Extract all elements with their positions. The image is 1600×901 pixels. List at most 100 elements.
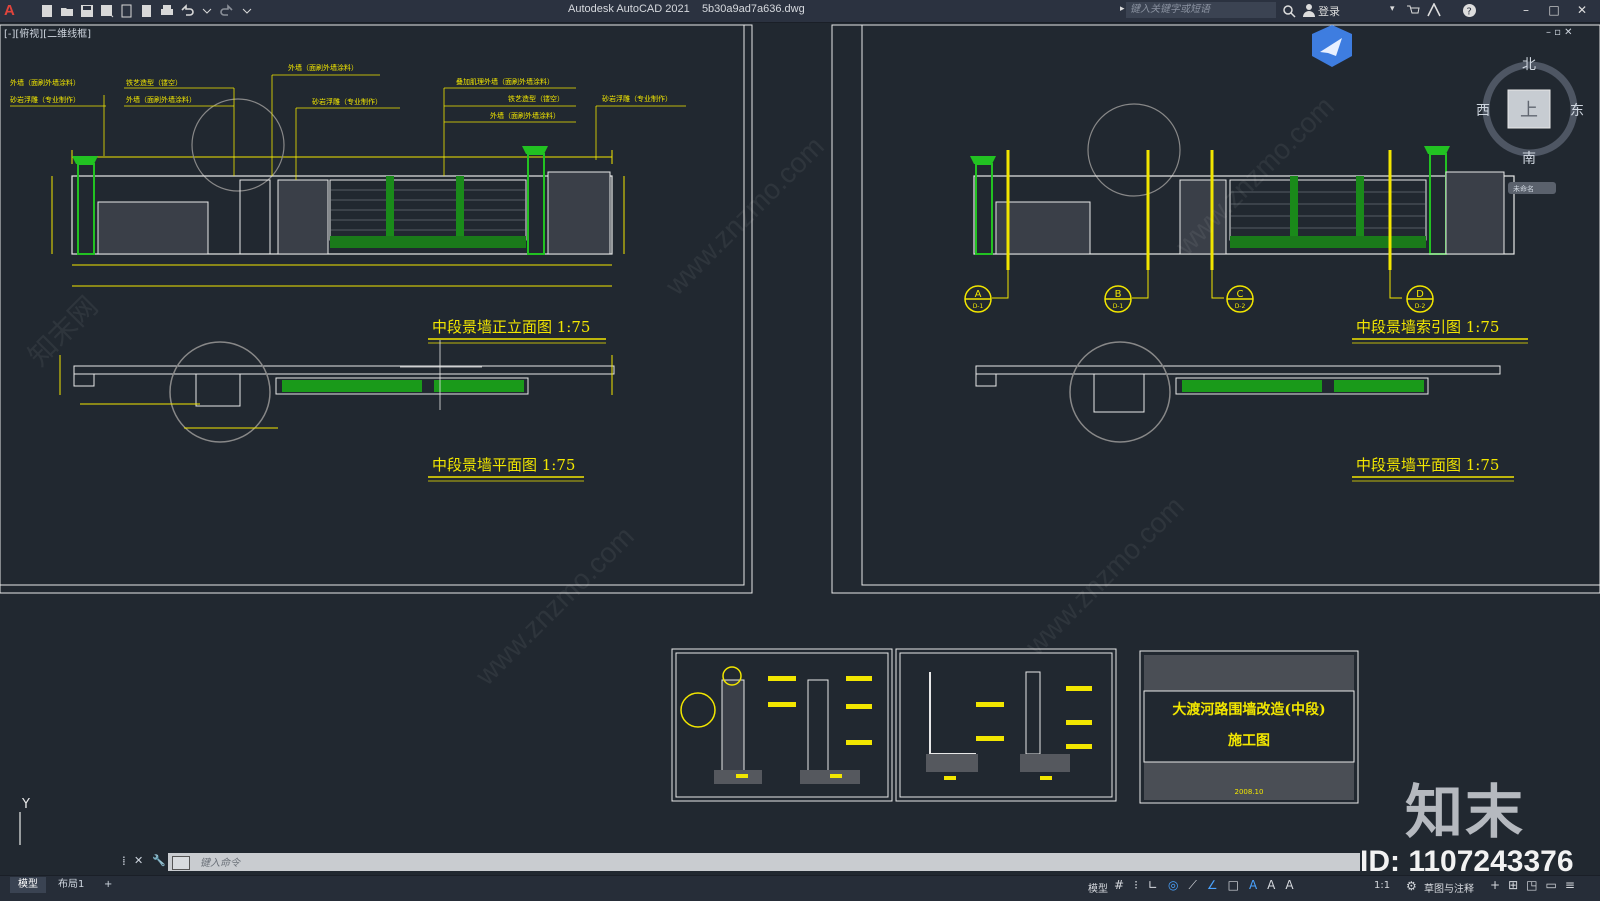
compass-east[interactable]: 东 bbox=[1570, 100, 1584, 120]
ortho-icon[interactable]: ∟ bbox=[1148, 878, 1158, 893]
user-icon[interactable] bbox=[1302, 3, 1316, 17]
right-plan-drawing bbox=[975, 341, 1501, 443]
callout-label: 铁艺造型（镂空） bbox=[508, 94, 564, 103]
auto-scale-icon[interactable]: A bbox=[1267, 878, 1275, 893]
annotation-scale-icon[interactable]: A bbox=[1285, 878, 1293, 893]
units-icon[interactable]: ⊞ bbox=[1508, 878, 1518, 892]
cover-subtitle: 施工图 bbox=[1228, 732, 1270, 749]
left-elevation-title: 中段景墙正立面图 1:75 bbox=[432, 318, 590, 336]
compass-south[interactable]: 南 bbox=[1522, 148, 1536, 168]
annotation-visibility-icon[interactable]: A bbox=[1249, 878, 1257, 893]
watermark-brand: 知末 bbox=[1405, 778, 1526, 846]
expand-search-icon[interactable]: ▸ bbox=[1120, 4, 1125, 14]
cover-sheet: 大渡河路围墙改造(中段) 施工图 2008.10 bbox=[1139, 650, 1359, 804]
compass-west[interactable]: 西 bbox=[1476, 100, 1490, 120]
workspace-switch[interactable]: 草图与注释 bbox=[1424, 880, 1474, 895]
status-right-icons: + ⊞ ◳ ▭ ≡ bbox=[1490, 878, 1575, 892]
add-layout-button[interactable]: + bbox=[96, 877, 120, 893]
marker-sheet: D-1 bbox=[973, 303, 984, 310]
left-elevation-drawing: 外墙（面刷外墙涂料） 铁艺造型（镂空） 砂岩浮雕（专业制作） 外墙（面刷外墙涂料… bbox=[10, 63, 686, 287]
callout-label: 砂岩浮雕（专业制作） bbox=[312, 97, 382, 106]
ucs-y-label: Y bbox=[21, 797, 30, 812]
marker-letter: A bbox=[975, 289, 982, 300]
callout-label: 外墙（面刷外墙涂料） bbox=[126, 95, 196, 104]
compass-north[interactable]: 北 bbox=[1522, 54, 1536, 74]
login-button[interactable]: 登录 bbox=[1318, 3, 1340, 19]
chevron-down-icon[interactable] bbox=[200, 4, 214, 18]
customize-toolbar-icon[interactable] bbox=[240, 4, 254, 18]
gear-icon[interactable]: ⚙ bbox=[1406, 879, 1417, 893]
menu-icon[interactable]: ≡ bbox=[1565, 878, 1575, 892]
watermark-id: ID: 1107243376 bbox=[1360, 845, 1574, 878]
autodesk-a360-icon[interactable] bbox=[1426, 3, 1442, 17]
wcs-menu: 未命名 bbox=[1513, 184, 1534, 193]
callout-label: 外墙（面刷外墙涂料） bbox=[490, 111, 560, 120]
svg-text:?: ? bbox=[1467, 7, 1472, 18]
status-bar bbox=[0, 875, 1600, 901]
clean-screen-icon[interactable]: ▭ bbox=[1545, 878, 1556, 892]
selection-cycling-icon[interactable]: □ bbox=[1228, 878, 1239, 893]
plot-preview-icon[interactable] bbox=[140, 4, 154, 18]
right-index-title: 中段景墙索引图 1:75 bbox=[1356, 318, 1499, 336]
drawing-canvas[interactable]: 外墙（面刷外墙涂料） 铁艺造型（镂空） 砂岩浮雕（专业制作） 外墙（面刷外墙涂料… bbox=[0, 23, 1600, 845]
left-sheet-border bbox=[0, 24, 753, 594]
status-toggles: # ⁝ ∟ ◎ ⟋ ∠ □ A A A bbox=[1114, 878, 1294, 893]
autocad-logo-icon[interactable]: A bbox=[4, 2, 15, 19]
right-plan-title: 中段景墙平面图 1:75 bbox=[1356, 456, 1499, 474]
callout-label: 铁艺造型（镂空） bbox=[126, 78, 182, 87]
undo-icon[interactable] bbox=[180, 4, 194, 18]
callout-label: 外墙（面刷外墙涂料） bbox=[10, 78, 80, 87]
marker-sheet: D-2 bbox=[1235, 303, 1246, 310]
marker-sheet: D-1 bbox=[1113, 303, 1124, 310]
grid-icon[interactable]: # bbox=[1114, 878, 1124, 893]
publish-icon[interactable] bbox=[120, 4, 134, 18]
command-history-icon[interactable] bbox=[172, 856, 190, 870]
title-bar: A Autodesk AutoCAD 2021 5b30a9ad7a636.dw… bbox=[0, 0, 1600, 23]
marker-letter: C bbox=[1237, 289, 1244, 300]
navigation-bird-icon bbox=[1312, 25, 1352, 67]
left-plan-title: 中段景墙平面图 1:75 bbox=[432, 456, 575, 474]
callout-label: 外墙（面刷外墙涂料） bbox=[288, 63, 358, 72]
print-icon[interactable] bbox=[160, 4, 174, 18]
redo-icon[interactable] bbox=[220, 4, 234, 18]
minimize-button[interactable]: – bbox=[1516, 2, 1536, 18]
command-input[interactable]: 键入命令 bbox=[200, 854, 240, 869]
left-plan-drawing bbox=[59, 340, 615, 443]
cover-date: 2008.10 bbox=[1235, 788, 1264, 796]
detail-sheet-1 bbox=[671, 648, 893, 802]
viewcube-face: 上 bbox=[1520, 100, 1538, 121]
new-file-icon[interactable] bbox=[40, 4, 54, 18]
login-dropdown-icon[interactable]: ▾ bbox=[1390, 4, 1395, 14]
marker-letter: B bbox=[1115, 289, 1122, 300]
command-customize-icon[interactable]: 🔧 bbox=[152, 854, 166, 867]
maximize-button[interactable]: □ bbox=[1544, 2, 1564, 18]
annotation-scale[interactable]: 1:1 bbox=[1374, 880, 1390, 891]
save-icon[interactable] bbox=[80, 4, 94, 18]
isolate-objects-icon[interactable]: ◳ bbox=[1526, 878, 1537, 892]
close-button[interactable]: ✕ bbox=[1572, 2, 1592, 18]
plus-icon[interactable]: + bbox=[1490, 878, 1500, 892]
callout-label: 砂岩浮雕（专业制作） bbox=[10, 95, 80, 104]
polar-icon[interactable]: ◎ bbox=[1168, 878, 1178, 893]
callout-label: 叠加肌理外墙（面刷外墙涂料） bbox=[456, 77, 554, 86]
command-grip-icon[interactable]: ⁞ bbox=[122, 854, 126, 868]
open-file-icon[interactable] bbox=[60, 4, 74, 18]
osnap-icon[interactable]: ∠ bbox=[1207, 878, 1218, 893]
cover-title: 大渡河路围墙改造(中段) bbox=[1172, 701, 1325, 718]
command-close-icon[interactable]: ✕ bbox=[134, 854, 143, 867]
window-title: Autodesk AutoCAD 2021 5b30a9ad7a636.dwg bbox=[568, 3, 805, 15]
save-as-icon[interactable] bbox=[100, 4, 114, 18]
snap-icon[interactable]: ⁝ bbox=[1134, 878, 1138, 893]
callout-label: 砂岩浮雕（专业制作） bbox=[602, 94, 672, 103]
isodraft-icon[interactable]: ⟋ bbox=[1188, 878, 1196, 893]
model-space-button[interactable]: 模型 bbox=[1088, 880, 1108, 895]
tab-model[interactable]: 模型 bbox=[10, 877, 46, 893]
quick-access-toolbar bbox=[40, 2, 254, 20]
help-icon[interactable]: ? bbox=[1462, 3, 1477, 18]
search-icon[interactable] bbox=[1282, 4, 1296, 18]
command-line[interactable] bbox=[168, 853, 1360, 871]
detail-sheet-2 bbox=[895, 648, 1117, 802]
help-search-input[interactable]: 键入关键字或短语 bbox=[1126, 2, 1276, 18]
cart-icon[interactable] bbox=[1406, 4, 1420, 18]
tab-layout1[interactable]: 布局1 bbox=[50, 877, 92, 893]
